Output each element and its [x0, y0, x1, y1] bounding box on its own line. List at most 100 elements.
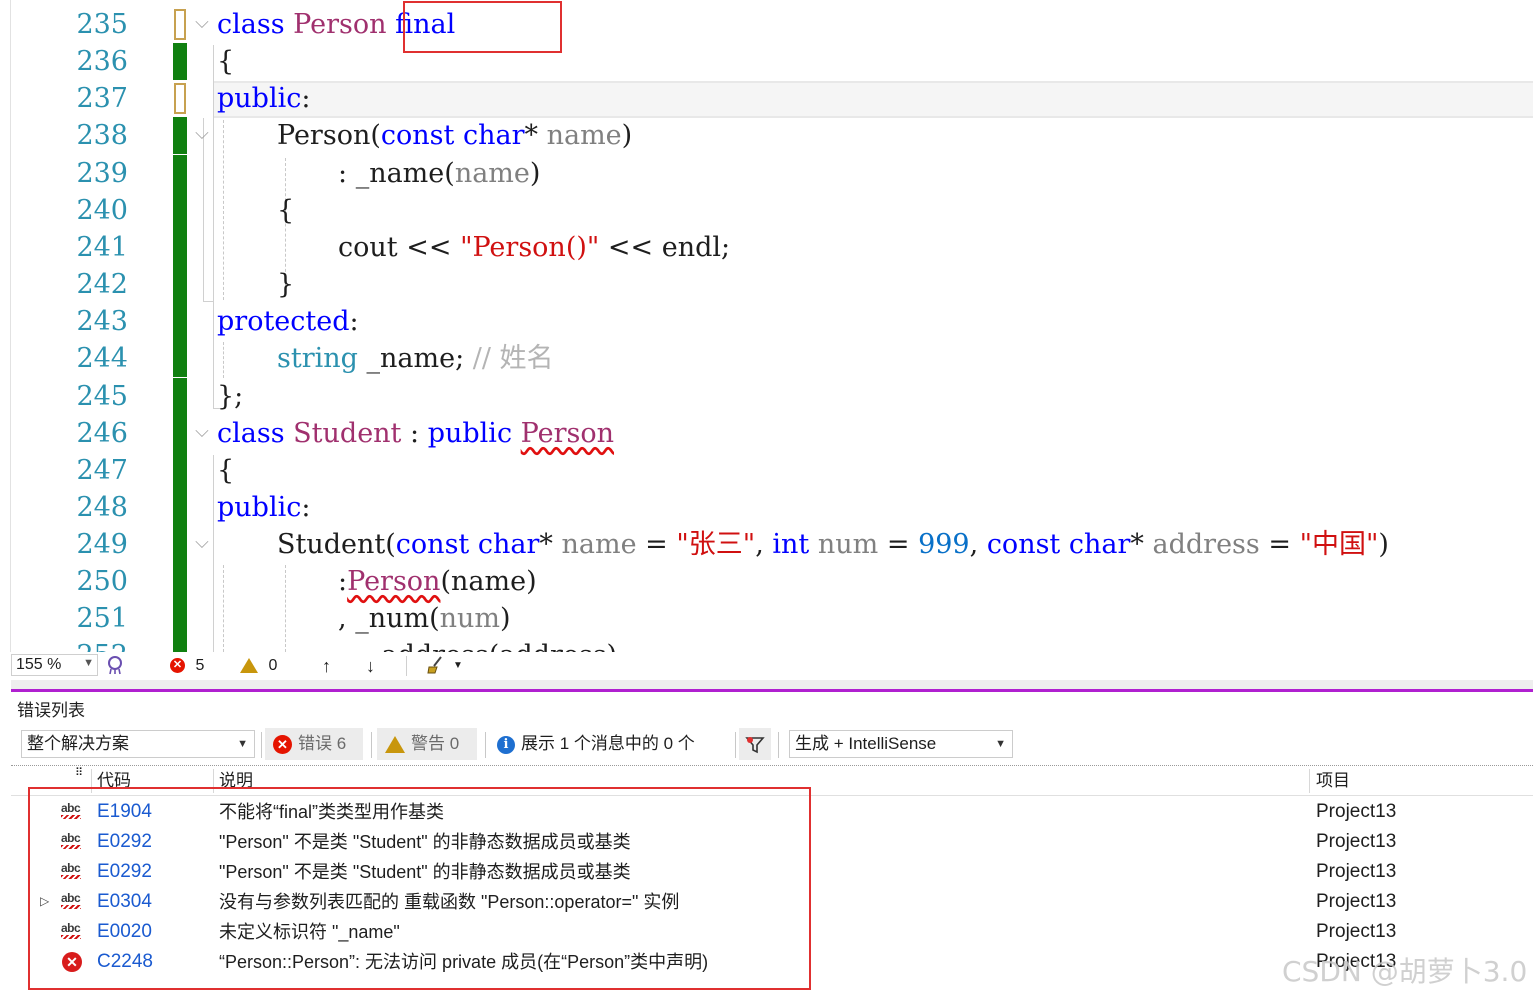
collapse-chevron-icon[interactable]: ⌵	[191, 14, 213, 36]
code-line[interactable]: 242 }	[0, 266, 1533, 303]
collapse-chevron-icon[interactable]: ⌵	[191, 423, 213, 445]
code-text: public:	[217, 83, 311, 114]
change-marker	[173, 378, 187, 415]
separator	[371, 732, 372, 758]
code-text: class Student : public Person	[217, 418, 615, 449]
code-text: public:	[217, 492, 311, 523]
intellicode-icon[interactable]	[106, 655, 124, 677]
next-issue-button[interactable]: ↓	[366, 655, 375, 677]
change-marker	[173, 489, 187, 526]
code-line[interactable]: 238 ⌵ Person(const char* name)	[0, 117, 1533, 154]
line-number: 250	[76, 566, 128, 597]
warning-count[interactable]: 0	[240, 655, 277, 677]
error-project: Project13	[1316, 921, 1397, 942]
line-number: 247	[76, 455, 128, 486]
code-line[interactable]: 243 protected:	[0, 303, 1533, 340]
code-line[interactable]: 235 ⌵ class Person final	[0, 6, 1533, 43]
code-text: protected:	[217, 306, 359, 337]
change-marker	[173, 117, 187, 154]
code-text: string _name; // 姓名	[277, 343, 554, 374]
line-number: 239	[76, 158, 128, 189]
separator	[485, 732, 486, 758]
panel-splitter[interactable]	[11, 680, 1533, 689]
line-number: 243	[76, 306, 128, 337]
info-icon: i	[497, 735, 515, 754]
code-line[interactable]: 249 ⌵ Student(const char* name = "张三", i…	[0, 526, 1533, 563]
code-line[interactable]: 240 {	[0, 192, 1533, 229]
code-text: _address(address)	[368, 637, 617, 652]
code-text: {	[217, 455, 235, 486]
line-number: 252	[40, 637, 128, 652]
errors-highlight-box	[28, 787, 811, 990]
separator	[778, 732, 779, 758]
previous-issue-button[interactable]: ↑	[322, 655, 331, 677]
line-number: 245	[76, 381, 128, 412]
code-line[interactable]: 241 cout << "Person()" << endl;	[0, 229, 1533, 266]
editor-status-bar: 155 % ▼ ✕ 5 0 ↑ ↓ ▼	[0, 652, 1533, 680]
change-marker	[173, 637, 187, 652]
line-number: 236	[76, 46, 128, 77]
code-line[interactable]: 237 public:	[0, 80, 1533, 117]
change-marker	[173, 192, 187, 229]
change-marker	[173, 266, 187, 303]
line-number: 251	[76, 603, 128, 634]
code-cleanup-broom-icon[interactable]	[426, 655, 448, 677]
line-number: 246	[76, 418, 128, 449]
code-text: Person(const char* name)	[277, 120, 633, 151]
change-marker	[173, 155, 187, 192]
scope-dropdown[interactable]: 整个解决方案 ▼	[21, 730, 255, 758]
change-marker	[173, 340, 187, 377]
code-line[interactable]: 245 };	[0, 378, 1533, 415]
code-text: };	[217, 381, 244, 412]
table-top-border	[11, 765, 1533, 766]
change-marker	[173, 43, 187, 80]
line-number: 249	[76, 529, 128, 560]
code-text: {	[277, 195, 295, 226]
code-line[interactable]: 252 _address(address)	[0, 637, 1533, 652]
error-icon: ✕	[170, 658, 185, 674]
error-count[interactable]: ✕ 5	[170, 655, 204, 677]
chevron-down-icon: ▼	[237, 738, 248, 750]
separator	[261, 732, 262, 758]
code-line[interactable]: 236 {	[0, 43, 1533, 80]
change-marker-saved	[174, 83, 186, 114]
code-line[interactable]: 251 , _num(num)	[0, 600, 1533, 637]
change-marker	[173, 563, 187, 600]
code-line[interactable]: 247 {	[0, 452, 1533, 489]
zoom-level: 155 %	[16, 656, 62, 673]
chevron-down-icon[interactable]: ▼	[453, 655, 463, 677]
filter-button[interactable]	[739, 728, 771, 760]
column-header-project[interactable]: 项目	[1316, 767, 1350, 795]
error-list-toolbar: 整个解决方案 ▼ ✕ 错误 6 警告 0 i 展示 1 个消息中的 0 个 生成 +…	[11, 728, 1533, 762]
zoom-dropdown[interactable]: 155 % ▼	[11, 654, 98, 676]
change-marker	[173, 600, 187, 637]
collapse-chevron-icon[interactable]: ⌵	[191, 534, 213, 556]
panel-title: 错误列表	[17, 701, 85, 720]
errors-filter-button[interactable]: ✕ 错误 6	[265, 728, 363, 760]
error-icon: ✕	[273, 735, 292, 755]
code-line[interactable]: 250 :Person(name)	[0, 563, 1533, 600]
warnings-filter-button[interactable]: 警告 0	[377, 728, 477, 760]
separator	[735, 732, 736, 758]
separator	[406, 656, 407, 676]
warning-icon	[240, 658, 258, 674]
column-separator[interactable]	[1309, 769, 1310, 793]
code-text: Student(const char* name = "张三", int num…	[277, 529, 1389, 560]
code-text: cout << "Person()" << endl;	[338, 232, 731, 263]
change-marker	[173, 415, 187, 452]
error-project: Project13	[1316, 891, 1397, 912]
line-number: 241	[76, 232, 128, 263]
collapse-chevron-icon[interactable]: ⌵	[191, 125, 213, 147]
code-line[interactable]: 239 : _name(name)	[0, 155, 1533, 192]
code-editor[interactable]: 235 ⌵ class Person final 236 { 237 publi…	[0, 0, 1533, 652]
line-number: 238	[76, 120, 128, 151]
code-line[interactable]: 246 ⌵ class Student : public Person	[0, 415, 1533, 452]
warning-icon	[385, 736, 405, 754]
code-line[interactable]: 244 string _name; // 姓名	[0, 340, 1533, 377]
messages-filter-button[interactable]: i 展示 1 个消息中的 0 个	[489, 728, 729, 760]
code-line[interactable]: 248 public:	[0, 489, 1533, 526]
change-marker	[173, 526, 187, 563]
chevron-down-icon: ▼	[995, 738, 1006, 750]
build-source-dropdown[interactable]: 生成 + IntelliSense ▼	[789, 730, 1013, 758]
line-number: 242	[76, 269, 128, 300]
